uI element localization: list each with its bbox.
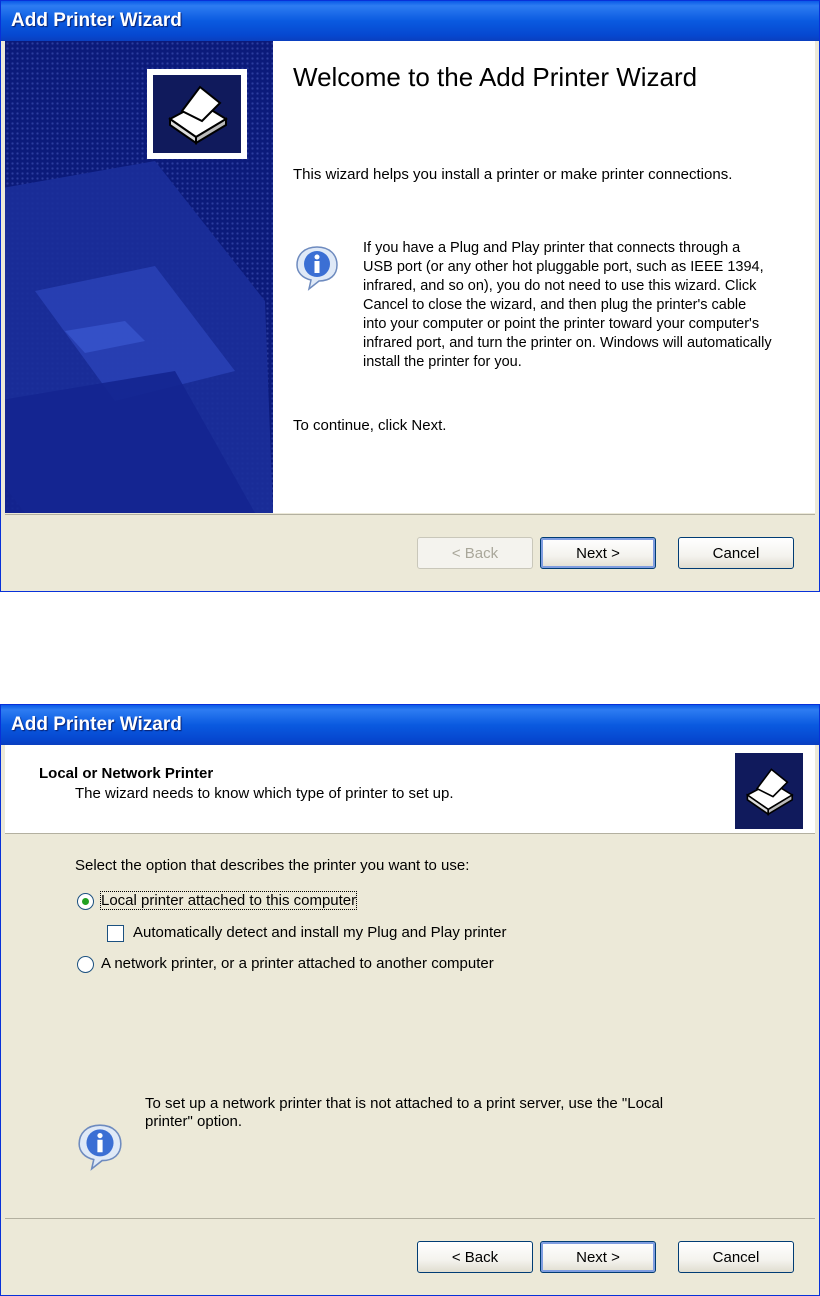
page-title: Welcome to the Add Printer Wizard: [293, 62, 698, 92]
info-icon: [78, 1124, 122, 1171]
wizard-printer-icon-frame: [147, 69, 247, 159]
cancel-button[interactable]: Cancel: [678, 537, 794, 569]
welcome-content: Welcome to the Add Printer Wizard This w…: [289, 41, 815, 513]
welcome-description: This wizard helps you install a printer …: [293, 166, 733, 183]
printer-type-wizard-window: Add Printer Wizard Local or Network Prin…: [0, 704, 820, 1296]
auto-detect-checkbox[interactable]: [107, 925, 124, 942]
printer-icon: [153, 75, 241, 153]
printer-icon: [735, 753, 803, 829]
button-bar: < Back Next > Cancel: [5, 1218, 815, 1291]
info-text: If you have a Plug and Play printer that…: [363, 240, 772, 370]
cancel-button[interactable]: Cancel: [678, 1241, 794, 1273]
local-printer-label[interactable]: Local printer attached to this computer: [99, 891, 358, 910]
auto-detect-label[interactable]: Automatically detect and install my Plug…: [133, 924, 507, 941]
back-button[interactable]: < Back: [417, 1241, 533, 1273]
next-button[interactable]: Next >: [540, 1241, 656, 1273]
network-printer-radio[interactable]: [77, 956, 94, 973]
network-printer-label[interactable]: A network printer, or a printer attached…: [101, 955, 494, 972]
page-title: Local or Network Printer: [39, 765, 214, 782]
window-titlebar[interactable]: Add Printer Wizard: [1, 705, 819, 745]
wizard-body: Welcome to the Add Printer Wizard This w…: [5, 41, 815, 513]
welcome-wizard-window: Add Printer Wizard Welcome to the Add Pr…: [0, 0, 820, 592]
window-titlebar[interactable]: Add Printer Wizard: [1, 1, 819, 41]
info-text: To set up a network printer that is not …: [145, 1095, 664, 1130]
wizard-header: Local or Network Printer The wizard need…: [5, 745, 815, 834]
local-printer-radio[interactable]: [77, 893, 94, 910]
button-bar: < Back Next > Cancel: [5, 514, 815, 587]
next-button[interactable]: Next >: [540, 537, 656, 569]
options-prompt: Select the option that describes the pri…: [75, 857, 470, 874]
continue-instruction: To continue, click Next.: [293, 417, 447, 434]
back-button[interactable]: < Back: [417, 537, 533, 569]
page-subtitle: The wizard needs to know which type of p…: [75, 785, 454, 802]
wizard-banner: [5, 41, 273, 513]
info-icon: [296, 246, 338, 291]
